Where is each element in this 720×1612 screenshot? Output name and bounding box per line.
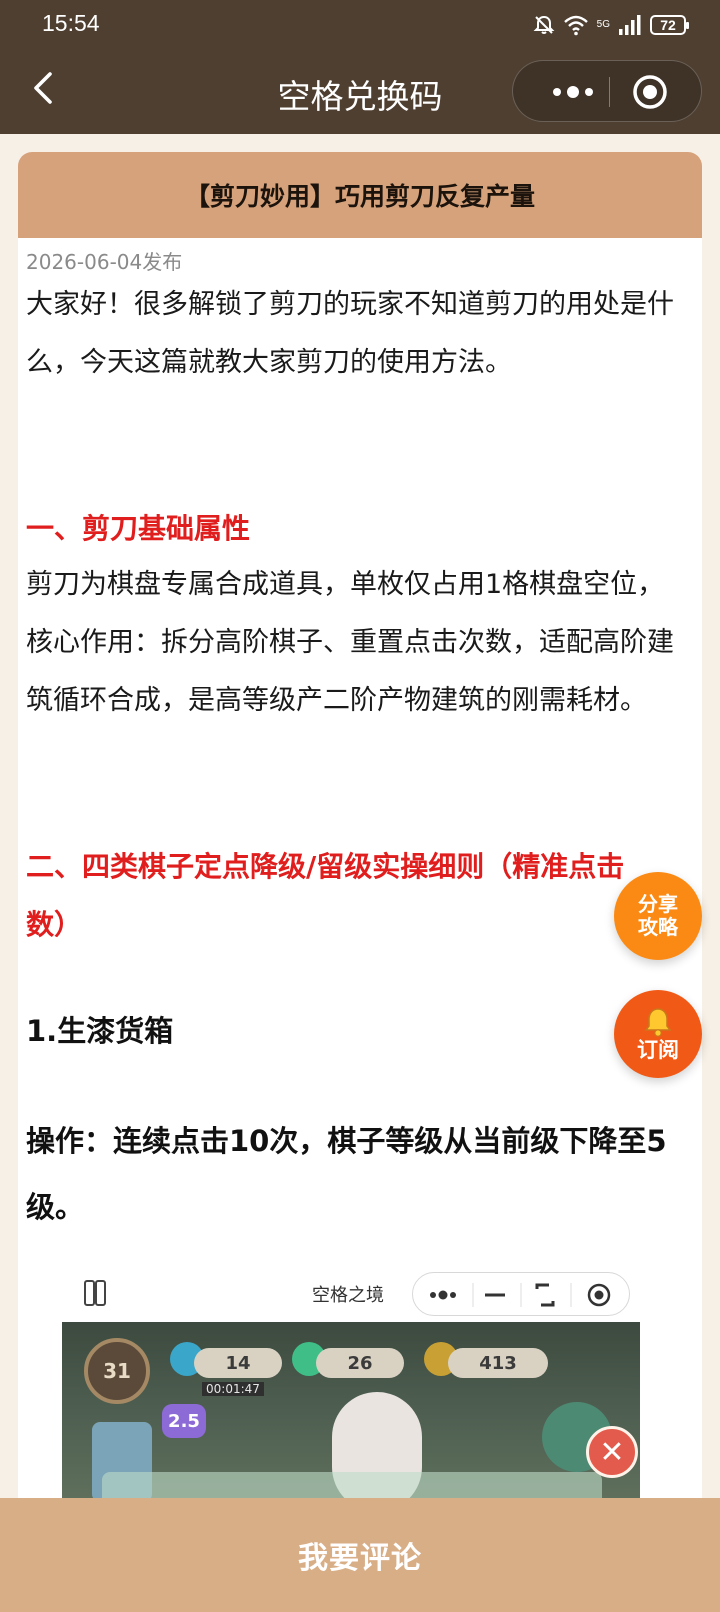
comment-button-label: 我要评论 [298, 1541, 422, 1576]
close-popup-icon: ✕ [586, 1426, 638, 1478]
screenshot-capsule [412, 1272, 630, 1316]
section-heading: 一、剪刀基础属性 [26, 512, 251, 545]
book-icon [84, 1280, 106, 1306]
signal-icon [619, 15, 641, 35]
wifi-icon [563, 15, 588, 36]
subscribe-label: 订阅 [637, 1038, 679, 1062]
more-options-icon[interactable] [543, 78, 603, 106]
network-type: 5G [596, 19, 610, 30]
capsule-divider [609, 77, 610, 107]
screenshot-title: 空格之境 [312, 1285, 384, 1306]
section-heading: 二、四类棋子定点降级/留级实操细则（精准点击数） [26, 850, 625, 941]
share-guide-label: 分享攻略 [638, 892, 678, 939]
status-time: 15:54 [42, 10, 100, 36]
article-card: 【剪刀妙用】巧用剪刀反复产量 2026-06-04发布 大家好！很多解锁了剪刀的… [18, 152, 702, 1552]
item-operation: 操作：连续点击10次，棋子等级从当前级下降至5级。 [26, 1124, 667, 1224]
mini-program-capsule [512, 60, 702, 122]
battery-icon: 72 [650, 15, 689, 35]
subscribe-button[interactable]: 订阅 [614, 990, 702, 1078]
timer-text: 00:01:47 [202, 1382, 264, 1396]
item-heading: 1.生漆货箱 [26, 1014, 174, 1048]
event-badge: 2.5 [162, 1404, 206, 1438]
intro-paragraph: 大家好！很多解锁了剪刀的玩家不知道剪刀的用处是什么，今天这篇就教大家剪刀的使用方… [26, 289, 674, 378]
status-bar: 15:54 5G 72 [0, 0, 720, 48]
section-paragraph: 剪刀为棋盘专属合成道具，单枚仅占用1格棋盘空位，核心作用：拆分高阶棋子、重置点击… [26, 569, 674, 716]
resource-count: 26 [316, 1348, 404, 1378]
bell-icon [644, 1008, 672, 1037]
player-level: 31 [84, 1338, 150, 1404]
nav-bar: 空格兑换码 [0, 48, 720, 134]
article-title: 【剪刀妙用】巧用剪刀反复产量 [18, 152, 702, 238]
close-mini-program-icon[interactable] [631, 73, 669, 111]
capsule-icons [430, 1283, 611, 1307]
publish-date: 2026-06-04发布 [26, 250, 183, 274]
battery-level: 72 [660, 17, 676, 33]
status-icons: 5G 72 [533, 12, 689, 38]
share-guide-button[interactable]: 分享攻略 [614, 872, 702, 960]
comment-bar[interactable]: 我要评论 [0, 1498, 720, 1612]
resource-count: 14 [194, 1348, 282, 1378]
resource-count: 413 [448, 1348, 548, 1378]
screenshot-header: 空格之境 [62, 1266, 658, 1322]
mute-bell-icon [533, 15, 555, 34]
top-bar: 15:54 5G 72 空格兑换码 [0, 0, 720, 134]
